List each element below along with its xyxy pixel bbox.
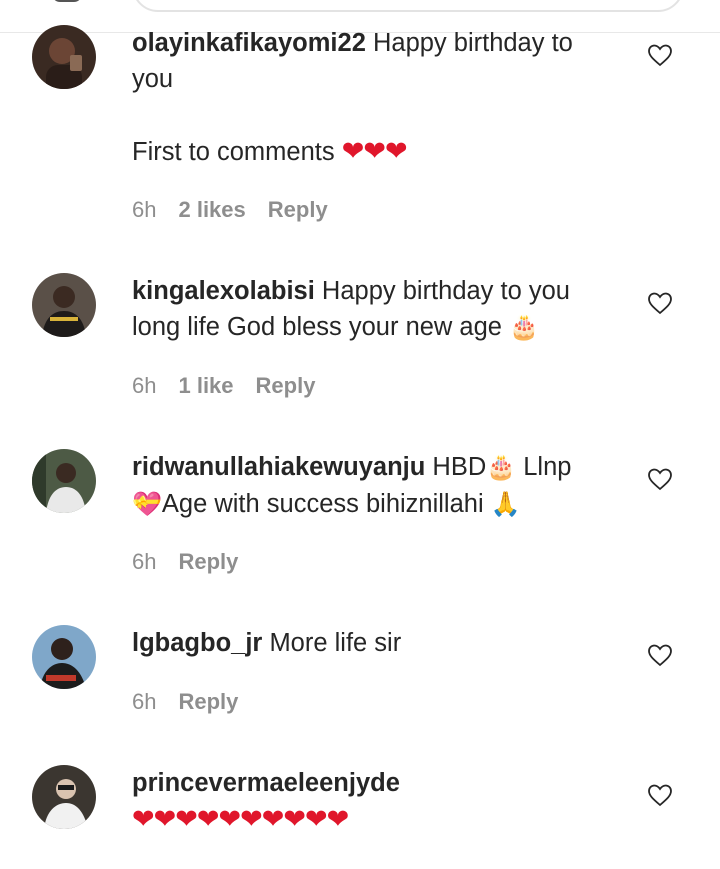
comment-username[interactable]: olayinkafikayomi22 bbox=[132, 29, 366, 57]
heart-emoji: ❤❤❤ bbox=[341, 136, 408, 166]
reply-button[interactable]: Reply bbox=[178, 689, 238, 714]
comment-text-line: Happy birthday to you bbox=[321, 277, 570, 305]
heart-outline-icon[interactable] bbox=[647, 643, 673, 667]
comment-meta: 6h Reply bbox=[132, 689, 260, 715]
folded-hands-emoji: 🙏 bbox=[490, 491, 521, 518]
likes-count[interactable]: 2 likes bbox=[178, 197, 245, 222]
comment-time: 6h bbox=[132, 373, 157, 398]
comment-text-line: you bbox=[132, 65, 174, 93]
comment-time: 6h bbox=[132, 197, 157, 222]
likes-count[interactable]: 1 like bbox=[178, 373, 233, 398]
comment-username[interactable]: princevermaeleenjyde bbox=[132, 769, 400, 797]
comment-time: 6h bbox=[132, 549, 157, 574]
comment-text-line: long life God bless your new age bbox=[132, 313, 502, 341]
comment-time: 6h bbox=[132, 689, 157, 714]
avatar[interactable] bbox=[32, 449, 96, 513]
comment-text: olayinkafikayomi22 Happy birthday to you… bbox=[132, 25, 622, 170]
avatar[interactable] bbox=[32, 625, 96, 689]
comment-username[interactable]: lgbagbo_jr bbox=[132, 629, 262, 657]
heart-emoji: ❤❤❤❤❤❤❤❤❤❤ bbox=[132, 804, 349, 834]
comment-text: ridwanullahiakewuyanju HBD🎂 Llnp 💝Age wi… bbox=[132, 449, 622, 523]
avatar[interactable] bbox=[32, 25, 96, 89]
heart-outline-icon[interactable] bbox=[647, 467, 673, 491]
comment-username[interactable]: ridwanullahiakewuyanju bbox=[132, 453, 425, 481]
heart-ribbon-emoji: 💝 bbox=[132, 491, 162, 518]
comment-text: kingalexolabisi Happy birthday to you lo… bbox=[132, 273, 622, 346]
reply-button[interactable]: Reply bbox=[268, 197, 328, 222]
heart-outline-icon[interactable] bbox=[647, 783, 673, 807]
heart-outline-icon[interactable] bbox=[647, 291, 673, 315]
comment-text: lgbagbo_jr More life sir bbox=[132, 625, 622, 661]
avatar[interactable] bbox=[32, 273, 96, 337]
heart-outline-icon[interactable] bbox=[647, 43, 673, 67]
comment-text-line: First to comments bbox=[132, 138, 335, 166]
comment-input-field[interactable] bbox=[132, 0, 684, 12]
comment-text-line: HBD bbox=[432, 453, 487, 481]
birthday-cake-emoji: 🎂 bbox=[509, 314, 539, 341]
comment-text: princevermaeleenjyde ❤❤❤❤❤❤❤❤❤❤ bbox=[132, 765, 622, 838]
comment-username[interactable]: kingalexolabisi bbox=[132, 277, 315, 305]
reply-button[interactable]: Reply bbox=[178, 549, 238, 574]
comment-text-line: Age with success bihiznillahi bbox=[161, 490, 484, 518]
avatar[interactable] bbox=[32, 765, 96, 829]
comment-meta: 6h Reply bbox=[132, 549, 260, 575]
comment-meta: 6h 2 likes Reply bbox=[132, 197, 350, 223]
birthday-cake-emoji: 🎂 bbox=[486, 454, 517, 481]
comment-text-line: Llnp bbox=[523, 453, 572, 481]
comment-text-line: More life sir bbox=[269, 629, 402, 657]
current-user-avatar bbox=[52, 0, 82, 2]
comment-text-line: Happy birthday to bbox=[372, 29, 573, 57]
reply-button[interactable]: Reply bbox=[256, 373, 316, 398]
comment-meta: 6h 1 like Reply bbox=[132, 373, 337, 399]
